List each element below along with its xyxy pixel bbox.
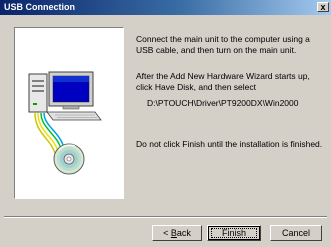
driver-path: D:\PTOUCH\Driver\PT9200DX\Win2000 [147, 98, 299, 108]
close-button[interactable]: x [317, 2, 329, 12]
finish-button[interactable]: Finish [207, 225, 261, 241]
instruction-finish-warning: Do not click Finish until the installati… [136, 139, 323, 149]
cd-disc-icon [53, 143, 85, 175]
title-bar: USB Connection x [0, 0, 331, 15]
back-button-prefix: < [163, 228, 171, 238]
focus-ring [211, 228, 257, 238]
illustration-panel [14, 27, 124, 199]
usb-connection-dialog: USB Connection x Connect the main unit t… [0, 0, 331, 247]
cancel-button[interactable]: Cancel [270, 225, 322, 241]
button-separator [4, 216, 327, 218]
instruction-wizard: After the Add New Hardware Wizard starts… [136, 71, 310, 92]
instruction-connect: Connect the main unit to the computer us… [136, 34, 310, 55]
window-title: USB Connection [4, 2, 75, 12]
back-button[interactable]: < Back [152, 225, 202, 241]
usb-illustration [28, 71, 102, 175]
back-button-rest: ack [176, 228, 191, 238]
computer-icon [28, 71, 102, 121]
